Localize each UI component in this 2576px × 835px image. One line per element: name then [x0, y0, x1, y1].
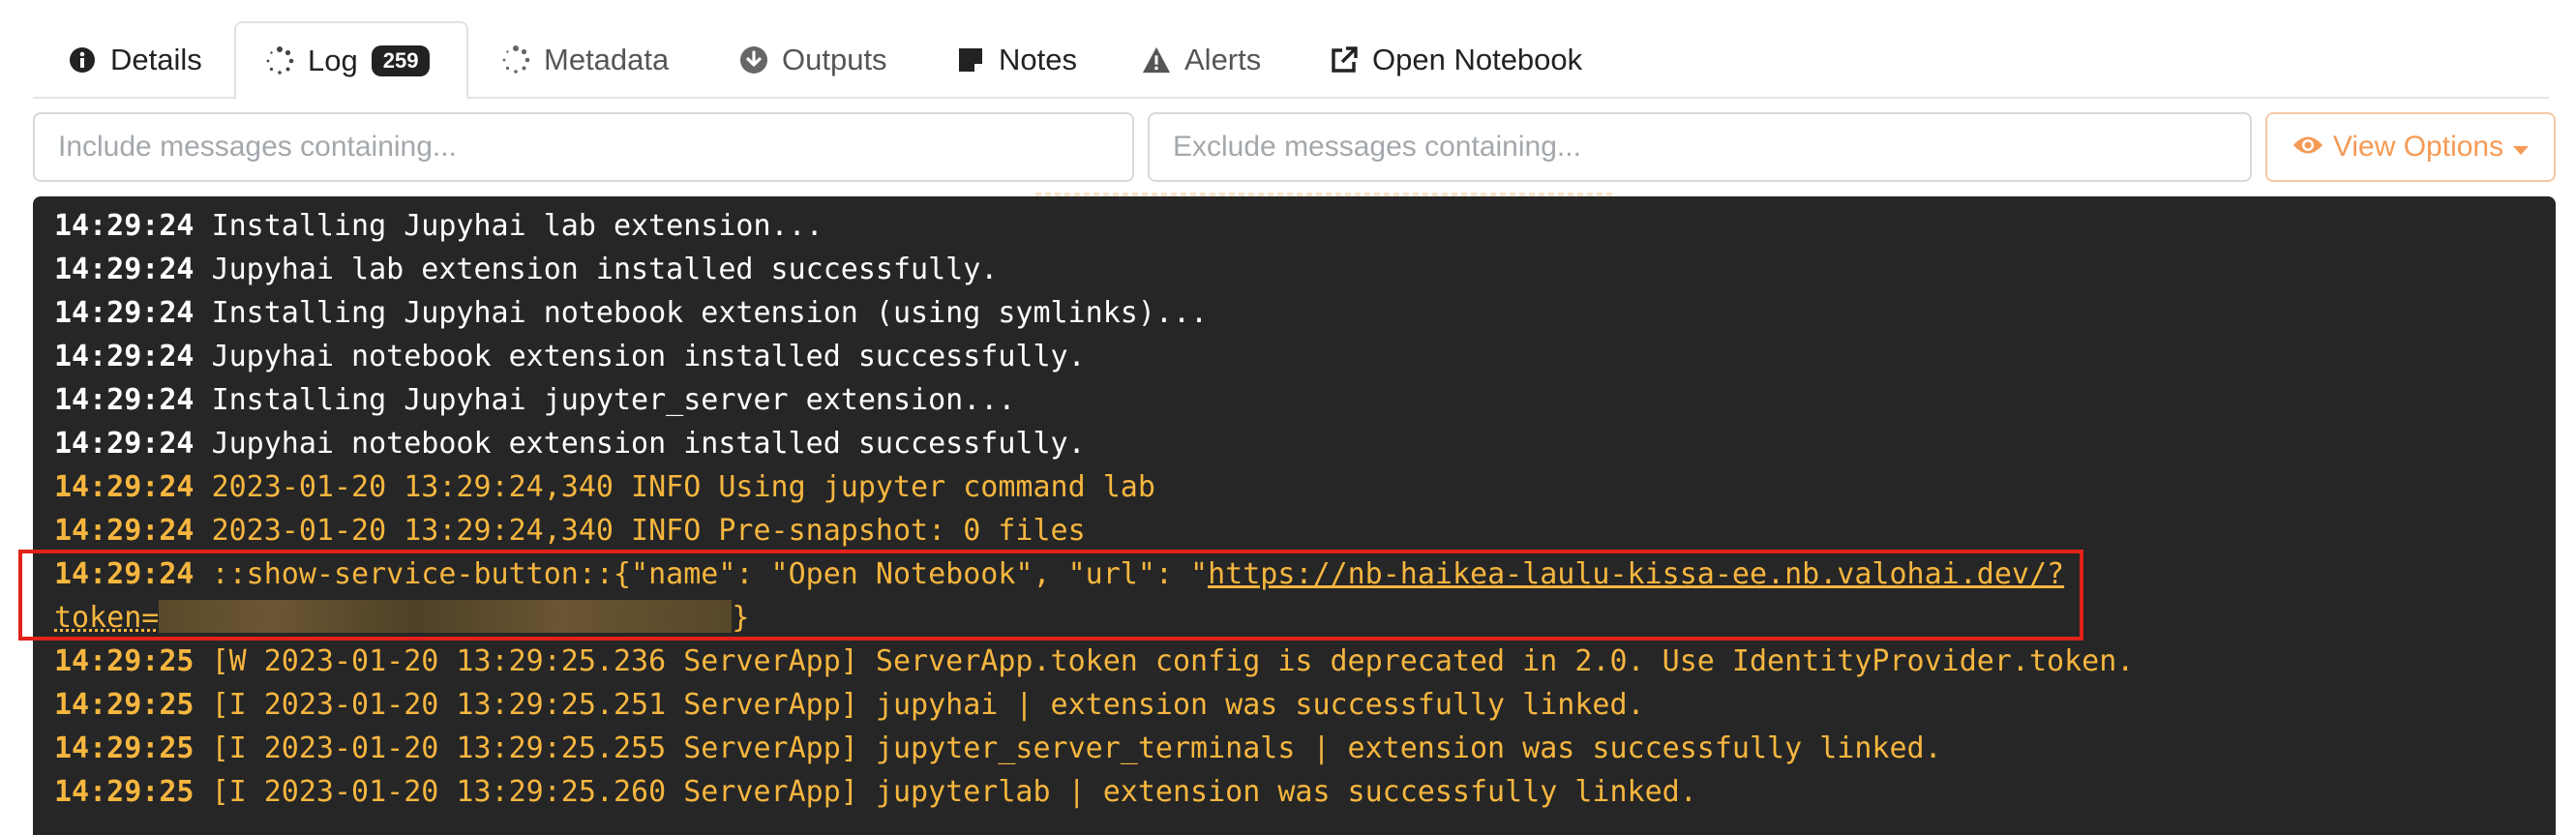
log-line: 14:29:24 Jupyhai notebook extension inst… — [54, 340, 1086, 373]
external-link-icon — [1330, 45, 1359, 75]
tab-label: Alerts — [1184, 43, 1262, 76]
redacted-token — [159, 600, 733, 633]
log-line: 14:29:24 Jupyhai lab extension installed… — [54, 253, 999, 286]
tab-label: Details — [110, 43, 202, 76]
log-line: 14:29:24 Installing Jupyhai notebook ext… — [54, 296, 1209, 330]
tab-alerts[interactable]: Alerts — [1142, 21, 1261, 99]
note-icon — [956, 45, 985, 75]
view-options-button[interactable]: View Options — [2265, 112, 2556, 182]
info-icon — [68, 45, 97, 75]
service-button-line: 14:29:24 ::show-service-button::{"name":… — [54, 557, 2065, 591]
tab-label: Outputs — [782, 43, 887, 76]
tab-log[interactable]: Log 259 — [234, 21, 468, 100]
spinner-icon — [501, 45, 530, 75]
tab-label: Open Notebook — [1372, 43, 1583, 76]
log-line: 14:29:24 2023-01-20 13:29:24,340 INFO Pr… — [54, 514, 1086, 548]
log-lines: 14:29:24 Installing Jupyhai lab extensio… — [54, 204, 2546, 814]
include-filter-input[interactable] — [33, 112, 1134, 182]
download-circle-icon — [739, 45, 768, 75]
tab-open-notebook[interactable]: Open Notebook — [1330, 21, 1582, 99]
log-line: 14:29:25 [W 2023-01-20 13:29:25.236 Serv… — [54, 644, 2135, 678]
tab-outputs[interactable]: Outputs — [739, 21, 887, 99]
log-line: 14:29:24 Jupyhai notebook extension inst… — [54, 427, 1086, 461]
spinner-icon — [265, 45, 294, 75]
exclude-filter-input[interactable] — [1148, 112, 2252, 182]
log-line: 14:29:24 2023-01-20 13:29:24,340 INFO Us… — [54, 470, 1155, 504]
tab-metadata[interactable]: Metadata — [501, 21, 669, 99]
warning-icon — [1142, 45, 1171, 75]
token-label: token= — [54, 601, 160, 635]
tab-label: Log — [308, 43, 358, 77]
log-line: 14:29:24 Installing Jupyhai lab extensio… — [54, 209, 824, 243]
log-line: 14:29:25 [I 2023-01-20 13:29:25.260 Serv… — [54, 775, 1697, 809]
log-line: 14:29:25 [I 2023-01-20 13:29:25.251 Serv… — [54, 688, 1645, 722]
notebook-url-link[interactable]: https://nb-haikea-laulu-kissa-ee.nb.valo… — [1208, 557, 2064, 591]
tab-details[interactable]: Details — [68, 21, 202, 99]
service-button-line-cont: token=} — [54, 600, 750, 635]
caret-down-icon — [2513, 131, 2530, 164]
view-options-label: View Options — [2332, 131, 2504, 163]
eye-icon — [2292, 131, 2323, 164]
tab-label: Notes — [999, 43, 1077, 76]
log-panel[interactable]: 14:29:24 Installing Jupyhai lab extensio… — [33, 196, 2556, 835]
log-line: 14:29:25 [I 2023-01-20 13:29:25.255 Serv… — [54, 731, 1942, 765]
log-line: 14:29:24 Installing Jupyhai jupyter_serv… — [54, 383, 1016, 417]
tab-notes[interactable]: Notes — [956, 21, 1077, 99]
tab-label: Metadata — [544, 43, 670, 76]
log-count-badge: 259 — [371, 45, 431, 76]
